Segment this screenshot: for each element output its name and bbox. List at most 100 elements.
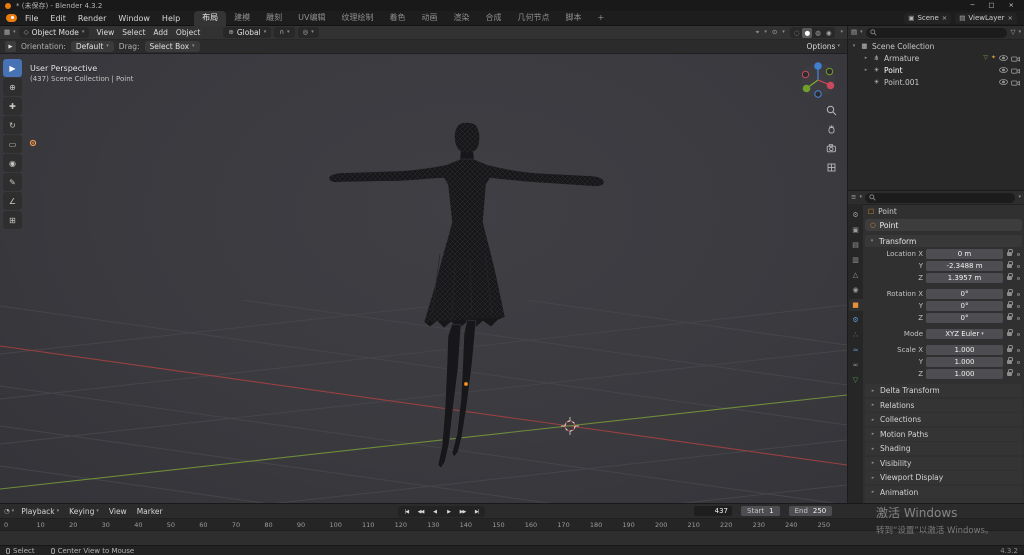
outliner-row-point-001[interactable]: ☀ Point.001 — [848, 76, 1024, 88]
lock-icon[interactable] — [1007, 264, 1012, 268]
close-button[interactable]: × — [1009, 0, 1014, 11]
hide-eye-icon[interactable] — [999, 55, 1008, 61]
workspace-tab[interactable]: 着色 — [382, 11, 414, 26]
disclosure-triangle-icon[interactable]: ▸ — [863, 67, 869, 73]
wireframe-figure[interactable] — [329, 123, 604, 469]
properties-tab[interactable]: ⚙ — [849, 314, 863, 326]
lock-icon[interactable] — [1007, 372, 1012, 376]
navigation-gizmo[interactable] — [796, 58, 840, 102]
value-field[interactable]: 0° ▾ — [926, 301, 1003, 311]
gizmos-toggle-icon[interactable]: ⌖ — [756, 29, 760, 36]
rendered-shading-icon[interactable]: ◉ — [824, 28, 834, 38]
menu-item[interactable]: File — [19, 11, 44, 26]
point-light-object[interactable] — [30, 140, 35, 145]
collapsed-panel[interactable]: ▸ Animation — [865, 486, 1022, 499]
lock-icon[interactable] — [1007, 360, 1012, 364]
outliner-row-point[interactable]: ▸ ☀ Point — [848, 64, 1024, 76]
pan-hand-button[interactable] — [825, 123, 838, 136]
properties-tab[interactable]: ◉ — [849, 284, 863, 296]
tool-button[interactable]: ⊞ — [3, 211, 22, 229]
properties-tab[interactable]: ⚙ — [849, 209, 863, 221]
lock-icon[interactable] — [1007, 316, 1012, 320]
tool-button[interactable]: ↻ — [3, 116, 22, 134]
value-field[interactable]: 1.3957 m ▾ — [926, 273, 1003, 283]
filter-icon[interactable]: ▽ — [1010, 29, 1015, 36]
value-field[interactable]: 1.000 ▾ — [926, 357, 1003, 367]
disable-render-camera-icon[interactable] — [1011, 67, 1020, 74]
toggle-ortho-button[interactable] — [825, 161, 838, 174]
unlink-scene-icon[interactable]: × — [942, 15, 947, 22]
end-frame-field[interactable]: End 250 — [789, 506, 833, 516]
menu-item[interactable]: Edit — [44, 11, 72, 26]
timeline-menu-item[interactable]: Keying ▾ — [64, 507, 104, 516]
value-field[interactable]: XYZ Euler ▾ — [926, 329, 1003, 339]
workspace-tab[interactable]: 建模 — [226, 11, 258, 26]
drag-dropdown[interactable]: Select Box ▾ — [145, 41, 200, 52]
disable-render-camera-icon[interactable] — [1011, 55, 1020, 62]
snapping-toggle[interactable]: ∩ ▾ — [274, 27, 294, 38]
outliner-editor-icon[interactable]: ▤ — [851, 29, 857, 36]
animate-decorator-icon[interactable] — [1017, 361, 1020, 364]
tool-button[interactable]: ✎ — [3, 173, 22, 191]
workspace-tab[interactable]: 雕刻 — [258, 11, 290, 26]
animate-decorator-icon[interactable] — [1017, 317, 1020, 320]
hide-eye-icon[interactable] — [999, 79, 1008, 85]
workspace-tab[interactable]: 布局 — [194, 11, 226, 26]
animate-decorator-icon[interactable] — [1017, 293, 1020, 296]
timeline-menu-item[interactable]: Playback ▾ — [16, 507, 64, 516]
properties-search-input[interactable] — [865, 193, 1016, 203]
outliner-row-armature[interactable]: ▸ ⋔ Armature ▽ ✦ — [848, 52, 1024, 64]
properties-tab[interactable]: ∞ — [849, 359, 863, 371]
value-field[interactable]: -2.3488 m ▾ — [926, 261, 1003, 271]
viewport-menu-item[interactable]: Object — [172, 28, 204, 37]
scene-selector[interactable]: ▣ Scene × — [904, 13, 951, 24]
camera-view-button[interactable] — [825, 142, 838, 155]
transport-button[interactable]: ◀◀ — [414, 507, 427, 516]
current-frame-field[interactable]: 437 — [694, 506, 732, 516]
overlays-toggle-icon[interactable]: ⊙ — [772, 29, 777, 36]
material-shading-icon[interactable]: ◍ — [813, 28, 823, 38]
transform-orientation-selector[interactable]: ⊕ Global ▾ — [223, 27, 271, 38]
tool-button[interactable]: ⊕ — [3, 78, 22, 96]
collapsed-panel[interactable]: ▸ Delta Transform — [865, 384, 1022, 397]
tool-button[interactable]: ◉ — [3, 154, 22, 172]
disclosure-triangle-icon[interactable]: ▾ — [851, 43, 857, 49]
remove-viewlayer-icon[interactable]: × — [1008, 15, 1013, 22]
workspace-tab[interactable]: UV编辑 — [290, 11, 333, 26]
value-field[interactable]: 1.000 ▾ — [926, 369, 1003, 379]
workspace-tab[interactable]: + — [590, 11, 613, 26]
tool-button[interactable]: ▶ — [3, 59, 22, 77]
workspace-tab[interactable]: 合成 — [478, 11, 510, 26]
collapsed-panel[interactable]: ▸ Relations — [865, 399, 1022, 412]
viewport-menu-item[interactable]: Select — [118, 28, 149, 37]
viewlayer-selector[interactable]: ▤ ViewLayer × — [955, 13, 1017, 24]
properties-tab[interactable]: ▤ — [849, 239, 863, 251]
mode-selector[interactable]: ◇ Object Mode ▾ — [19, 27, 90, 38]
zoom-button[interactable] — [825, 104, 838, 117]
transform-panel-header[interactable]: ▾ Transform — [865, 235, 1022, 247]
hide-eye-icon[interactable] — [999, 67, 1008, 73]
viewport-menu-item[interactable]: Add — [149, 28, 172, 37]
disclosure-triangle-icon[interactable]: ▸ — [863, 55, 869, 61]
properties-editor-icon[interactable]: ≡ — [851, 194, 856, 201]
animate-decorator-icon[interactable] — [1017, 265, 1020, 268]
properties-tab[interactable]: ■ — [849, 299, 863, 311]
properties-tab[interactable]: △ — [849, 269, 863, 281]
animate-decorator-icon[interactable] — [1017, 277, 1020, 280]
outliner-row-scene-collection[interactable]: ▾ ▦ Scene Collection — [848, 40, 1024, 52]
menu-item[interactable]: Render — [72, 11, 112, 26]
lock-icon[interactable] — [1007, 292, 1012, 296]
properties-tab[interactable]: ∴ — [849, 329, 863, 341]
workspace-tab[interactable]: 脚本 — [558, 11, 590, 26]
animate-decorator-icon[interactable] — [1017, 373, 1020, 376]
properties-tab[interactable]: ▣ — [849, 224, 863, 236]
properties-tab[interactable]: ≈ — [849, 344, 863, 356]
disable-render-camera-icon[interactable] — [1011, 79, 1020, 86]
timeline-menu-item[interactable]: View ▾ — [104, 507, 132, 516]
animate-decorator-icon[interactable] — [1017, 305, 1020, 308]
value-field[interactable]: 0° ▾ — [926, 289, 1003, 299]
editor-type-icon[interactable]: ▦ — [4, 29, 10, 36]
menu-item[interactable]: Help — [156, 11, 186, 26]
value-field[interactable]: 0 m ▾ — [926, 249, 1003, 259]
properties-tab[interactable]: ▥ — [849, 254, 863, 266]
